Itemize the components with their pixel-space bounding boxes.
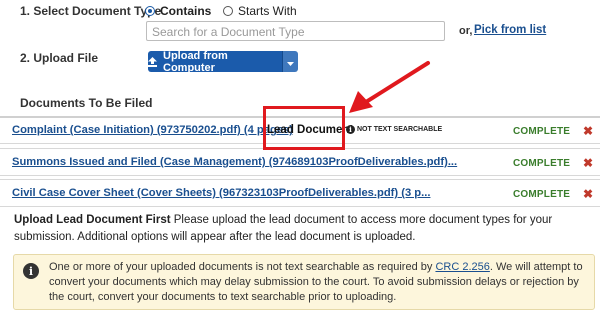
radio-starts-with-indicator[interactable] — [223, 6, 233, 16]
radio-contains-label: Contains — [160, 4, 212, 18]
document-link-1[interactable]: Complaint (Case Initiation) (973750202.p… — [12, 124, 293, 136]
radio-contains-indicator[interactable] — [145, 6, 155, 16]
lead-document-note: Upload Lead Document First Please upload… — [14, 212, 592, 246]
remove-document-3-icon[interactable]: ✖ — [583, 188, 593, 200]
radio-starts-with[interactable]: Starts With — [223, 4, 297, 18]
not-text-searchable-label: NOT TEXT SEARCHABLE — [357, 126, 443, 133]
select-document-type-label: 1. Select Document Type — [20, 4, 162, 18]
annotation-arrow — [349, 61, 430, 113]
lead-note-title: Upload Lead Document First — [14, 214, 171, 226]
caret-down-icon — [287, 53, 294, 71]
documents-heading: Documents To Be Filed — [20, 96, 153, 110]
document-link-3[interactable]: Civil Case Cover Sheet (Cover Sheets) (9… — [12, 187, 430, 199]
status-complete-3: COMPLETE — [513, 189, 571, 200]
upload-from-computer-button[interactable]: Upload from Computer — [148, 49, 282, 74]
remove-document-2-icon[interactable]: ✖ — [583, 157, 593, 169]
document-row-3: Civil Case Cover Sheet (Cover Sheets) (9… — [0, 179, 600, 207]
radio-starts-with-label: Starts With — [238, 4, 297, 18]
radio-contains[interactable]: Contains — [145, 4, 211, 18]
crc-link[interactable]: CRC 2.256 — [435, 261, 489, 273]
notice-text: One or more of your uploaded documents i… — [49, 260, 589, 305]
info-small-icon: i — [346, 125, 355, 134]
upload-icon — [148, 56, 157, 67]
document-type-search-input[interactable]: Search for a Document Type — [146, 21, 445, 41]
annotation-highlight-box — [263, 106, 345, 150]
document-row-2: Summons Issued and Filed (Case Managemen… — [0, 148, 600, 176]
notice-text-before: One or more of your uploaded documents i… — [49, 261, 433, 273]
remove-document-1-icon[interactable]: ✖ — [583, 125, 593, 137]
info-icon: i — [23, 263, 39, 279]
text-searchable-notice: i One or more of your uploaded documents… — [13, 254, 595, 310]
upload-button-label: Upload from Computer — [163, 49, 228, 74]
status-complete-2: COMPLETE — [513, 158, 571, 169]
or-text: or, — [459, 25, 473, 37]
document-link-2[interactable]: Summons Issued and Filed (Case Managemen… — [12, 156, 457, 168]
upload-options-dropdown[interactable] — [282, 51, 298, 72]
pick-from-list-link[interactable]: Pick from list — [474, 24, 546, 36]
status-complete-1: COMPLETE — [513, 126, 571, 137]
upload-file-label: 2. Upload File — [20, 51, 99, 65]
